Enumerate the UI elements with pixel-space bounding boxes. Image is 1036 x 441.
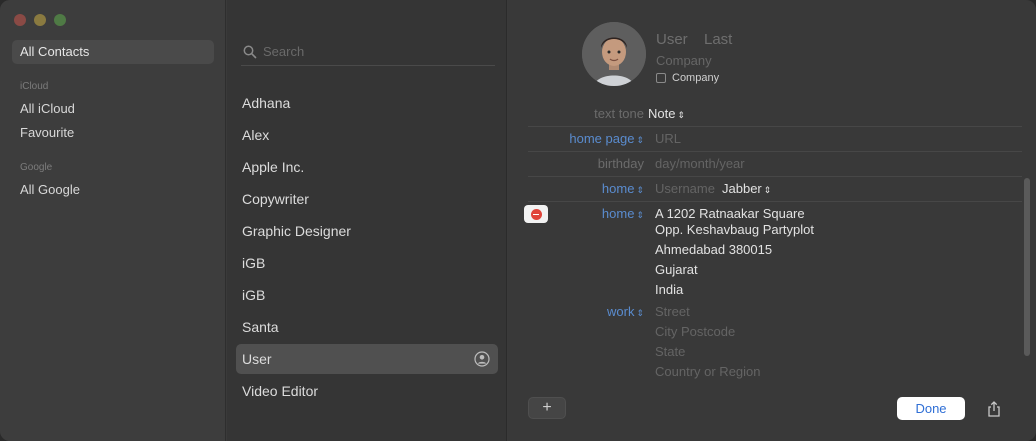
chevron-updown-icon: ⇕: [636, 185, 644, 195]
address-label: home: [601, 206, 635, 221]
contact-item-selected[interactable]: User: [236, 344, 498, 374]
add-field-button[interactable]: +: [528, 397, 566, 419]
im-label: home: [601, 181, 635, 196]
contact-item[interactable]: Santa: [236, 312, 498, 342]
scrollbar[interactable]: [1024, 178, 1030, 356]
address-street-field[interactable]: A 1202 Ratnaakar Square: [655, 206, 805, 221]
divider: [528, 126, 1022, 127]
address-label-popup[interactable]: home ⇕: [602, 206, 644, 221]
search-placeholder: Search: [263, 44, 305, 59]
divider: [528, 176, 1022, 177]
search-icon: [243, 45, 257, 59]
share-icon: [988, 401, 1000, 417]
address-country-field[interactable]: India: [655, 282, 683, 297]
checkbox-box: [656, 73, 666, 83]
sidebar-item-favourite[interactable]: Favourite: [12, 121, 214, 145]
contact-item[interactable]: iGB: [236, 248, 498, 278]
address-street2-field[interactable]: Opp. Keshavbaug Partyplot: [655, 222, 814, 237]
minus-circle-icon: [530, 208, 542, 220]
contact-item[interactable]: iGB: [236, 280, 498, 310]
remove-address-button[interactable]: [524, 205, 548, 223]
chevron-updown-icon: ⇕: [763, 185, 772, 195]
contact-item[interactable]: Graphic Designer: [236, 216, 498, 246]
work-state-field[interactable]: State: [655, 344, 685, 359]
chevron-updown-icon: ⇕: [636, 308, 644, 318]
window-controls: [14, 14, 66, 26]
done-button[interactable]: Done: [897, 397, 965, 420]
avatar[interactable]: [582, 22, 646, 86]
birthday-field[interactable]: day/month/year: [655, 156, 745, 171]
sidebar: All Contacts iCloud All iCloud Favourite…: [0, 0, 226, 441]
share-button[interactable]: [982, 397, 1006, 421]
chevron-updown-icon: ⇕: [636, 210, 644, 220]
address-state-field[interactable]: Gujarat: [655, 262, 698, 277]
birthday-label: birthday: [597, 156, 644, 171]
im-username-field[interactable]: Username: [655, 181, 715, 196]
company-checkbox-label: Company: [672, 72, 720, 84]
first-name-field[interactable]: User: [656, 31, 688, 48]
contacts-window: All Contacts iCloud All iCloud Favourite…: [0, 0, 1036, 441]
home-page-label-popup[interactable]: home page ⇕: [569, 131, 644, 146]
im-service-popup[interactable]: Jabber ⇕: [722, 181, 771, 196]
search-field[interactable]: Search: [241, 40, 495, 66]
work-street-field[interactable]: Street: [655, 304, 690, 319]
company-field[interactable]: Company: [656, 53, 712, 68]
divider: [528, 201, 1022, 202]
contact-list: Search Adhana Alex Apple Inc. Copywriter…: [227, 0, 507, 441]
contact-item-label: User: [242, 351, 272, 367]
close-window-button[interactable]: [14, 14, 26, 26]
my-card-person-icon: [474, 351, 490, 367]
home-page-label: home page: [569, 131, 635, 146]
contact-item[interactable]: Alex: [236, 120, 498, 150]
text-tone-popup[interactable]: Note ⇕: [648, 106, 685, 121]
sidebar-group-google: Google: [20, 162, 53, 173]
chevron-updown-icon: ⇕: [677, 110, 686, 120]
contact-item[interactable]: Adhana: [236, 88, 498, 118]
work-city-postcode-field[interactable]: City Postcode: [655, 324, 735, 339]
contact-item[interactable]: Copywriter: [236, 184, 498, 214]
chevron-updown-icon: ⇕: [636, 135, 644, 145]
im-label-popup[interactable]: home ⇕: [602, 181, 644, 196]
sidebar-item-all-icloud[interactable]: All iCloud: [12, 97, 214, 121]
work-label-popup[interactable]: work ⇕: [607, 304, 644, 319]
last-name-field[interactable]: Last: [704, 31, 732, 48]
sidebar-group-icloud: iCloud: [20, 81, 49, 92]
sidebar-item-all-contacts[interactable]: All Contacts: [12, 40, 214, 64]
im-service-value: Jabber: [722, 181, 762, 196]
contact-item[interactable]: Apple Inc.: [236, 152, 498, 182]
text-tone-value: Note: [648, 106, 676, 121]
text-tone-label: text tone: [594, 106, 644, 121]
contact-detail: User Last Company Company text tone Note…: [508, 0, 1036, 441]
minimize-window-button[interactable]: [34, 14, 46, 26]
company-checkbox[interactable]: Company: [656, 72, 719, 84]
work-label: work: [607, 304, 635, 319]
memoji-avatar-icon: [582, 22, 646, 86]
work-country-field[interactable]: Country or Region: [655, 364, 761, 379]
divider: [528, 151, 1022, 152]
url-field[interactable]: URL: [655, 131, 681, 146]
address-city-postcode-field[interactable]: Ahmedabad 380015: [655, 242, 772, 257]
contact-item[interactable]: Video Editor: [236, 376, 498, 406]
zoom-window-button[interactable]: [54, 14, 66, 26]
sidebar-item-all-google[interactable]: All Google: [12, 178, 214, 202]
